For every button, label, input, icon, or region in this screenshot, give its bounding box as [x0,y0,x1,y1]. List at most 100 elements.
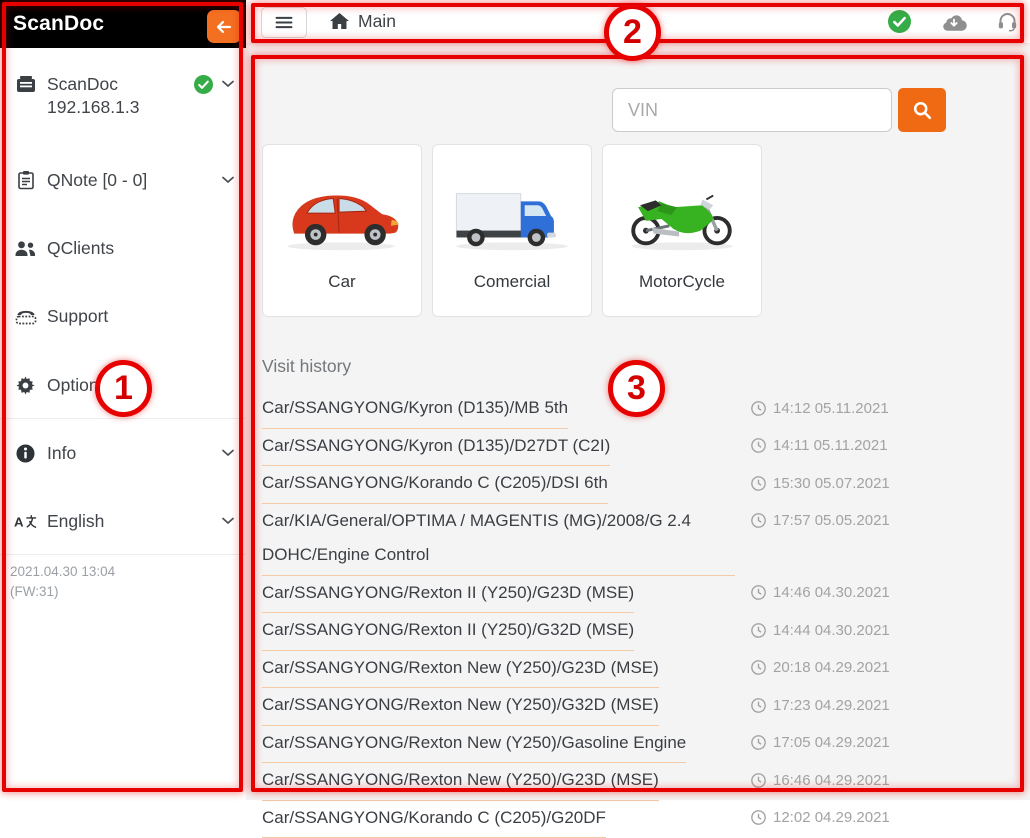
history-link[interactable]: Car/SSANGYONG/Rexton New (Y250)/G32D (MS… [262,688,659,726]
history-row: Car/SSANGYONG/Rexton New (Y250)/G23D (MS… [262,651,1024,689]
history-row: Car/SSANGYONG/Korando C (C205)/G20DF 12:… [262,801,1024,838]
firmware-status: 2021.04.30 13:04 (FW:31) [10,562,115,602]
card-comercial[interactable]: Comercial [432,144,592,317]
hamburger-menu-button[interactable] [261,7,307,38]
breadcrumb-label: Main [358,11,396,32]
sidebar-divider [0,418,246,419]
clock-icon [751,810,766,825]
history-row: Car/SSANGYONG/Rexton New (Y250)/Gasoline… [262,726,1024,764]
sidebar-item-language[interactable]: A English [0,501,246,541]
connected-check-icon [194,75,213,94]
status-ok-check-icon [888,10,911,33]
clock-icon [751,623,766,638]
headset-icon[interactable] [997,11,1018,32]
history-link[interactable]: Car/SSANGYONG/Kyron (D135)/D27DT (C2I) [262,429,610,467]
car-illustration [278,178,406,256]
history-row: Car/SSANGYONG/Rexton II (Y250)/G32D (MSE… [262,613,1024,651]
vehicle-type-cards: Car Comercial [262,144,762,317]
history-link[interactable]: Car/SSANGYONG/Korando C (C205)/DSI 6th [262,466,608,504]
sidebar-item-label: ScanDoc [47,74,194,95]
clock-icon [751,476,766,491]
topbar-status-icons [888,0,1018,43]
history-time: 17:23 04.29.2021 [751,688,890,723]
firmware-date: 2021.04.30 13:04 [10,562,115,582]
sidebar-item-label: QNote [0 - 0] [47,170,222,191]
history-time: 14:11 05.11.2021 [751,429,888,464]
users-icon [14,239,37,257]
sidebar-item-qclients[interactable]: QClients [0,228,246,268]
vin-input[interactable] [612,88,892,132]
history-time: 14:12 05.11.2021 [751,391,889,426]
clock-icon [751,438,766,453]
chevron-down-icon[interactable] [222,449,234,457]
note-clipboard-icon [14,170,37,190]
sidebar-item-label: Options [47,375,234,396]
card-label: MotorCycle [639,272,725,292]
history-row: Car/SSANGYONG/Rexton New (Y250)/G32D (MS… [262,688,1024,726]
cloud-download-icon[interactable] [941,12,967,31]
history-link[interactable]: Car/SSANGYONG/Rexton II (Y250)/G23D (MSE… [262,576,634,614]
clock-icon [751,660,766,675]
chevron-down-icon[interactable] [222,517,234,525]
clock-icon [751,773,766,788]
scanner-device-icon [14,74,37,94]
history-time: 15:30 05.07.2021 [751,466,890,501]
hamburger-menu-icon [275,16,293,29]
chevron-down-icon[interactable] [222,80,234,88]
search-button[interactable] [898,88,946,132]
history-time: 16:46 04.29.2021 [751,763,890,798]
sidebar-item-label: Info [47,443,222,464]
sidebar-item-qnote[interactable]: QNote [0 - 0] [0,160,246,200]
card-car[interactable]: Car [262,144,422,317]
history-time: 17:57 05.05.2021 [751,504,890,539]
main-content: Car Comercial [246,44,1030,800]
svg-text:A: A [14,514,24,529]
history-link[interactable]: Car/SSANGYONG/Kyron (D135)/MB 5th [262,391,568,429]
device-ip-address: 192.168.1.3 [47,97,139,118]
sidebar-item-label: English [47,511,222,532]
visit-history: Visit history Car/SSANGYONG/Kyron (D135)… [262,356,1024,838]
sidebar-divider [0,554,246,555]
support-phone-icon [14,307,37,325]
info-icon [14,444,37,463]
history-link[interactable]: Car/SSANGYONG/Rexton II (Y250)/G32D (MSE… [262,613,634,651]
vin-search-bar [612,88,946,132]
history-row: Car/SSANGYONG/Kyron (D135)/MB 5th 14:12 … [262,391,1024,429]
card-label: Car [328,272,355,292]
clock-icon [751,585,766,600]
history-link[interactable]: Car/KIA/General/OPTIMA / MAGENTIS (MG)/2… [262,504,735,576]
history-row: Car/SSANGYONG/Korando C (C205)/DSI 6th 1… [262,466,1024,504]
motorcycle-illustration [618,178,746,256]
history-time: 14:44 04.30.2021 [751,613,890,648]
sidebar-item-label: Support [47,306,234,327]
clock-icon [751,698,766,713]
topbar: Main [246,0,1030,44]
history-link[interactable]: Car/SSANGYONG/Rexton New (Y250)/Gasoline… [262,726,686,764]
history-link[interactable]: Car/SSANGYONG/Rexton New (Y250)/G23D (MS… [262,651,659,689]
sidebar-item-options[interactable]: Options [0,365,246,405]
history-row: Car/SSANGYONG/Rexton II (Y250)/G23D (MSE… [262,576,1024,614]
history-row: Car/SSANGYONG/Kyron (D135)/D27DT (C2I) 1… [262,429,1024,467]
firmware-version: (FW:31) [10,582,115,602]
sidebar-collapse-button[interactable] [207,10,241,43]
history-time: 20:18 04.29.2021 [751,651,890,686]
sidebar-item-info[interactable]: Info [0,433,246,473]
card-label: Comercial [474,272,551,292]
history-time: 12:02 04.29.2021 [751,801,890,836]
history-link[interactable]: Car/SSANGYONG/Korando C (C205)/G20DF [262,801,606,838]
sidebar: ScanDoc ScanDoc 192.168.1.3 QNote [0 - 0… [0,0,246,800]
language-icon: A [14,511,37,531]
history-time: 17:05 04.29.2021 [751,726,890,761]
truck-illustration [448,178,576,256]
chevron-down-icon[interactable] [222,176,234,184]
clock-icon [751,513,766,528]
sidebar-item-label: QClients [47,238,234,259]
sidebar-item-support[interactable]: Support [0,296,246,336]
history-link[interactable]: Car/SSANGYONG/Rexton New (Y250)/G23D (MS… [262,763,659,801]
sidebar-header: ScanDoc [0,0,246,48]
history-row: Car/SSANGYONG/Rexton New (Y250)/G23D (MS… [262,763,1024,801]
breadcrumb[interactable]: Main [330,0,396,43]
card-motorcycle[interactable]: MotorCycle [602,144,762,317]
history-time: 14:46 04.30.2021 [751,576,890,611]
search-icon [913,101,932,120]
